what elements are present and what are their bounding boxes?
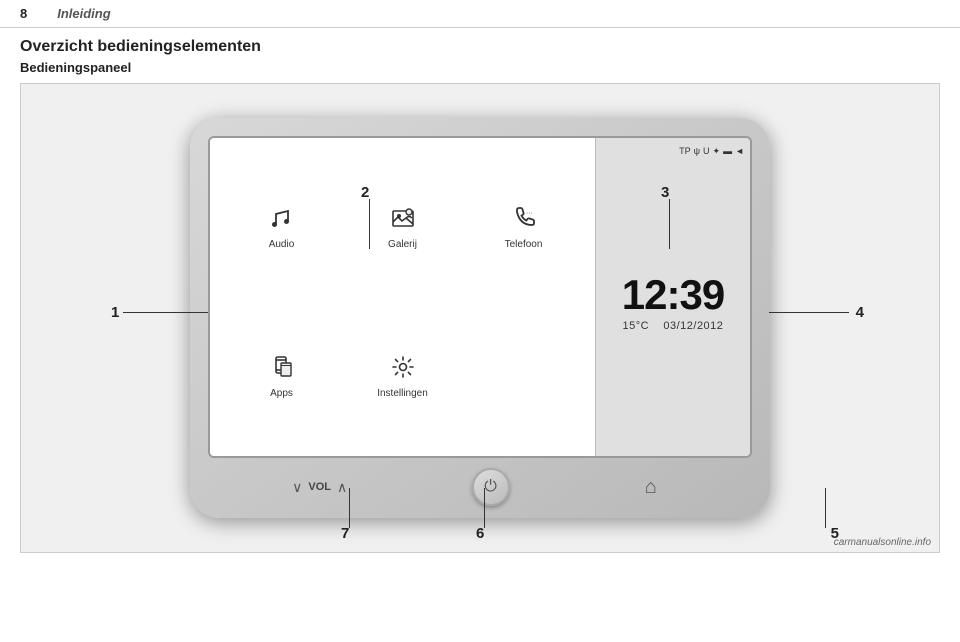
callout-line-1	[123, 312, 208, 313]
callout-line-5	[825, 488, 826, 528]
status-bar: TP ψ U ✦ ▬ ◄	[602, 146, 744, 157]
telefoon-label: Telefoon	[505, 239, 543, 250]
callout-4: 4	[856, 304, 864, 321]
vol-down-button[interactable]: ∨	[292, 479, 302, 496]
menu-item-apps[interactable]: Apps	[225, 305, 338, 446]
menu-item-telefoon[interactable]: ··· Telefoon	[467, 156, 580, 297]
device-shell: Audio	[190, 118, 770, 518]
status-u: U	[703, 146, 710, 157]
home-icon: ⌂	[645, 476, 657, 499]
telefoon-icon: ···	[510, 204, 538, 236]
status-tp: TP	[679, 146, 691, 157]
menu-item-instellingen[interactable]: Instellingen	[346, 305, 459, 446]
status-psi: ψ	[694, 146, 700, 157]
clock-date-temp: 15°C 03/12/2012	[623, 320, 724, 332]
home-button[interactable]: ⌂	[634, 470, 668, 504]
menu-grid: Audio	[225, 148, 580, 446]
clock-date: 03/12/2012	[663, 320, 723, 332]
screen-menu-panel: Audio	[210, 138, 595, 456]
audio-icon	[268, 204, 296, 236]
apps-icon	[268, 353, 296, 385]
instellingen-label: Instellingen	[377, 388, 428, 399]
callout-1: 1	[111, 304, 119, 321]
status-bt: ✦	[713, 146, 721, 157]
vol-up-button[interactable]: ∧	[337, 479, 347, 496]
device-controls: ∨ VOL ∧ ⏻ ⌂	[190, 468, 770, 506]
diagram-container: Audio	[20, 83, 940, 553]
callout-line-7	[349, 488, 350, 528]
section-subheading: Bedieningspaneel	[0, 58, 960, 83]
page-title: Inleiding	[57, 6, 110, 21]
vol-control: ∨ VOL ∧	[292, 479, 347, 496]
power-button[interactable]: ⏻	[472, 468, 510, 506]
clock-area: 12:39 15°C 03/12/2012	[622, 157, 724, 448]
callout-line-3	[669, 199, 670, 249]
power-icon: ⏻	[484, 478, 497, 496]
apps-label: Apps	[270, 388, 293, 399]
status-bat: ▬	[723, 146, 732, 157]
screen-clock-panel: TP ψ U ✦ ▬ ◄ 12:39 15°C 03/12/2012	[595, 138, 750, 456]
page-header: 8 Inleiding	[0, 0, 960, 28]
page-number: 8	[20, 6, 27, 21]
callout-line-4	[769, 312, 849, 313]
screen: Audio	[208, 136, 752, 458]
callout-line-6	[484, 488, 485, 528]
galerij-icon	[389, 204, 417, 236]
status-vol: ◄	[735, 146, 744, 157]
audio-label: Audio	[269, 239, 295, 250]
callout-line-2	[369, 199, 370, 249]
clock-temp: 15°C	[623, 320, 650, 332]
menu-item-galerij[interactable]: Galerij	[346, 156, 459, 297]
vol-label: VOL	[308, 481, 331, 493]
clock-time: 12:39	[622, 274, 724, 316]
instellingen-icon	[389, 353, 417, 385]
section-heading: Overzicht bedieningselementen	[0, 28, 960, 58]
menu-item-audio[interactable]: Audio	[225, 156, 338, 297]
galerij-label: Galerij	[388, 239, 417, 250]
watermark: carmanualsonline.info	[834, 537, 931, 548]
svg-text:···: ···	[526, 210, 533, 217]
